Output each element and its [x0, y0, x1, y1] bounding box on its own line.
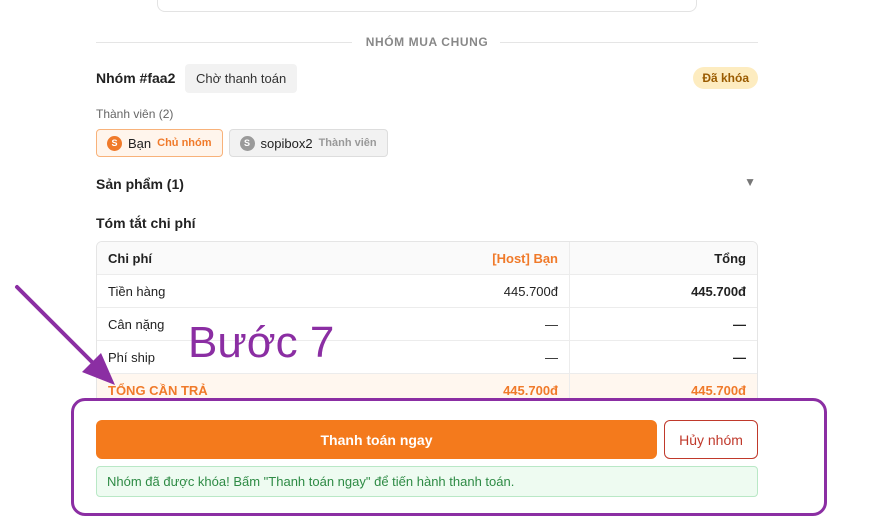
products-toggle[interactable]: Sản phẩm (1) ▼: [96, 174, 758, 194]
avatar: S: [239, 135, 255, 151]
locked-notice: Nhóm đã được khóa! Bấm "Thanh toán ngay"…: [96, 466, 758, 497]
column-header: [Host] Bạn: [328, 242, 570, 275]
row-host-value: 445.700đ: [328, 275, 570, 308]
members-label: Thành viên (2): [96, 107, 174, 121]
row-label: Tiền hàng: [97, 275, 328, 308]
summary-title: Tóm tắt chi phí: [96, 215, 196, 231]
previous-card: [157, 0, 697, 12]
member-list: S Bạn Chủ nhóm S sopibox2 Thành viên: [96, 129, 388, 157]
member-role: Chủ nhóm: [157, 137, 212, 149]
section-title: NHÓM MUA CHUNG: [365, 35, 489, 49]
group-header: Nhóm #faa2 Chờ thanh toán Đã khóa: [96, 64, 758, 94]
cancel-group-button[interactable]: Hủy nhóm: [664, 420, 758, 459]
column-header: Chi phí: [97, 242, 328, 275]
member-name: sopibox2: [260, 135, 313, 151]
table-header-row: Chi phí [Host] Bạn Tổng: [97, 242, 757, 275]
group-title: Nhóm #faa2: [96, 70, 176, 86]
row-total-value: —: [570, 341, 757, 374]
member-role: Thành viên: [318, 137, 377, 149]
row-host-value: —: [328, 341, 570, 374]
status-pill: Chờ thanh toán: [185, 64, 298, 93]
row-host-value: —: [328, 308, 570, 341]
column-header: Tổng: [570, 242, 757, 275]
member-chip: S sopibox2 Thành viên: [228, 129, 388, 157]
member-chip-host: S Bạn Chủ nhóm: [96, 129, 223, 157]
step-annotation: Bước 7: [188, 318, 335, 367]
section-divider: NHÓM MUA CHUNG: [96, 32, 758, 52]
avatar: S: [107, 135, 122, 151]
row-total-value: —: [570, 308, 757, 341]
row-total-value: 445.700đ: [570, 275, 757, 308]
pay-now-button[interactable]: Thanh toán ngay: [96, 420, 657, 459]
member-name: Bạn: [128, 135, 152, 151]
products-title: Sản phẩm (1): [96, 176, 184, 192]
table-row: Tiền hàng 445.700đ 445.700đ: [97, 275, 757, 308]
locked-badge: Đã khóa: [693, 67, 758, 89]
chevron-down-icon[interactable]: ▼: [744, 175, 756, 189]
